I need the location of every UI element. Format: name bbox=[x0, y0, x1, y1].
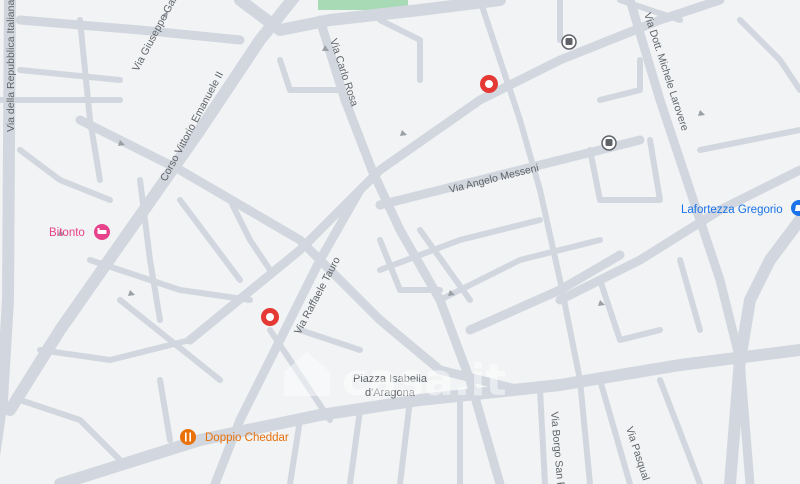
road-network bbox=[0, 0, 800, 484]
bus-stop-icon[interactable] bbox=[601, 135, 617, 151]
street-label-messeni: Via Angelo Messeni bbox=[448, 162, 540, 196]
location-pin-icon[interactable] bbox=[480, 75, 498, 93]
poi-label-lafortezza[interactable]: Lafortezza Gregorio bbox=[681, 204, 783, 216]
street-label-repubblica: Via della Repubblica Italiana bbox=[5, 0, 17, 132]
poi-label-bitonto[interactable]: Bitonto bbox=[49, 227, 85, 239]
restaurant-icon[interactable] bbox=[180, 429, 196, 445]
poi-label-doppio-cheddar[interactable]: Doppio Cheddar bbox=[205, 432, 289, 444]
hotel-icon[interactable] bbox=[94, 224, 110, 240]
street-label-corso: Corso Vittorio Emanuele II bbox=[158, 70, 226, 184]
shop-icon[interactable] bbox=[791, 200, 800, 216]
map-canvas[interactable]: Via della Repubblica Italiana Via Giusep… bbox=[0, 0, 800, 484]
street-label-borgo: Via Borgo San F bbox=[548, 411, 567, 484]
map-svg[interactable]: Via della Repubblica Italiana Via Giusep… bbox=[0, 0, 800, 484]
bus-stop-icon[interactable] bbox=[561, 34, 577, 50]
watermark-text: casa.it bbox=[342, 355, 506, 406]
location-pin-icon[interactable] bbox=[261, 308, 279, 326]
